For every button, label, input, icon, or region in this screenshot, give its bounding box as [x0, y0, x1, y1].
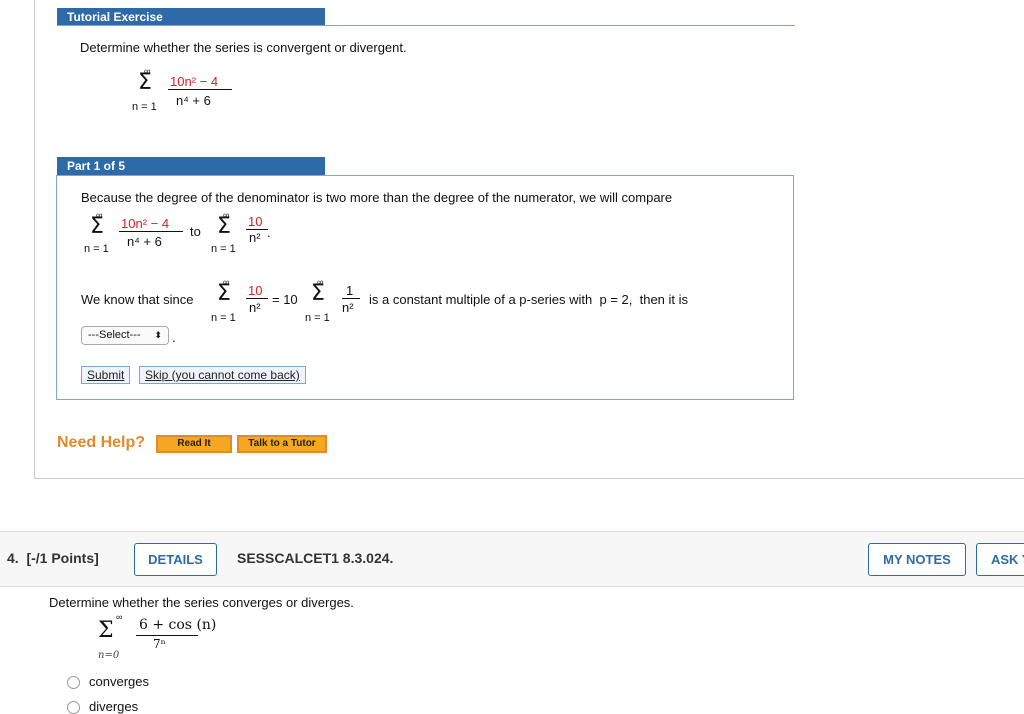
tutorial-series-sum: ∞ Σ n = 1	[132, 66, 163, 116]
section-divider	[34, 478, 1024, 479]
sum-lower: n = 1	[211, 243, 236, 255]
tutorial-denominator: n⁴ + 6	[176, 93, 211, 108]
sum-1-over-n2: ∞ Σ n = 1	[305, 277, 336, 327]
n2-denominator-2: n²	[342, 300, 354, 315]
fraction-bar	[342, 298, 360, 299]
equals-ten: = 10	[272, 292, 298, 307]
tutorial-prompt: Determine whether the series is converge…	[80, 40, 407, 55]
sigma-icon: Σ	[311, 281, 325, 306]
radio-diverges[interactable]	[67, 701, 80, 714]
q4-series-sum: ∞ Σ n=0	[96, 612, 126, 664]
ask-button[interactable]: ASK Y	[976, 543, 1024, 576]
sum-10-over-n2: ∞ Σ n = 1	[211, 277, 242, 327]
one-numerator: 1	[346, 283, 354, 298]
n2-denominator: n²	[249, 300, 261, 315]
left-divider	[34, 0, 35, 478]
compare-sum-left: ∞ Σ n = 1	[84, 210, 115, 260]
period: .	[267, 225, 271, 240]
radio-converges[interactable]	[67, 676, 80, 689]
part-header: Part 1 of 5	[57, 157, 325, 175]
details-button[interactable]: DETAILS	[134, 543, 217, 576]
sigma-icon: Σ	[217, 281, 231, 306]
sigma-icon: Σ	[98, 618, 114, 643]
select-arrows-icon: ⬍	[154, 330, 162, 340]
tutorial-header: Tutorial Exercise	[57, 8, 325, 26]
sigma-icon: Σ	[138, 70, 152, 95]
tutorial-numerator: 10n² − 4	[170, 74, 219, 89]
q4-numerator: 6 + cos (n)	[139, 617, 217, 633]
read-it-button[interactable]: Read It	[156, 435, 232, 453]
talk-to-tutor-button[interactable]: Talk to a Tutor	[237, 435, 327, 453]
option-diverges: diverges	[89, 699, 139, 714]
compare-denominator: n⁴ + 6	[127, 234, 162, 249]
sigma-icon: Σ	[90, 214, 104, 239]
sigma-icon: Σ	[217, 214, 231, 239]
sum-lower: n=0	[98, 650, 120, 661]
compare-numerator: 10n² − 4	[121, 216, 170, 231]
p-series-text: is a constant multiple of a p-series wit…	[369, 292, 689, 307]
answer-select[interactable]: ---Select--- ⬍	[81, 326, 169, 345]
period: .	[172, 330, 176, 345]
fraction-bar	[119, 231, 183, 232]
need-help-label: Need Help?	[57, 434, 146, 451]
question-code: SESSCALCET1 8.3.024.	[237, 550, 394, 566]
select-value: ---Select---	[88, 329, 141, 341]
question-number: 4. [-/1 Points]	[7, 550, 99, 566]
skip-button[interactable]: Skip (you cannot come back)	[139, 366, 306, 384]
to-label: to	[190, 224, 201, 239]
fraction-bar	[246, 298, 268, 299]
we-know-text: We know that since	[81, 292, 194, 307]
sum-upper: ∞	[116, 612, 123, 622]
sum-lower: n = 1	[211, 312, 236, 324]
fraction-bar	[136, 635, 198, 636]
ten-numerator: 10	[248, 283, 263, 298]
sum-lower: n = 1	[132, 101, 157, 113]
part-text-compare: Because the degree of the denominator is…	[81, 190, 673, 205]
cmp-numerator: 10	[248, 214, 263, 229]
cmp-denominator: n²	[249, 230, 261, 245]
option-converges: converges	[89, 674, 149, 689]
my-notes-button[interactable]: MY NOTES	[868, 543, 966, 576]
tutorial-underline	[57, 25, 795, 26]
submit-button[interactable]: Submit	[81, 366, 131, 384]
compare-sum-right: ∞ Σ n = 1	[211, 210, 242, 260]
sum-lower: n = 1	[84, 243, 109, 255]
sum-lower: n = 1	[305, 312, 330, 324]
question4-prompt: Determine whether the series converges o…	[49, 595, 354, 610]
fraction-bar	[168, 89, 232, 90]
q4-denominator: 7ⁿ	[153, 637, 166, 651]
